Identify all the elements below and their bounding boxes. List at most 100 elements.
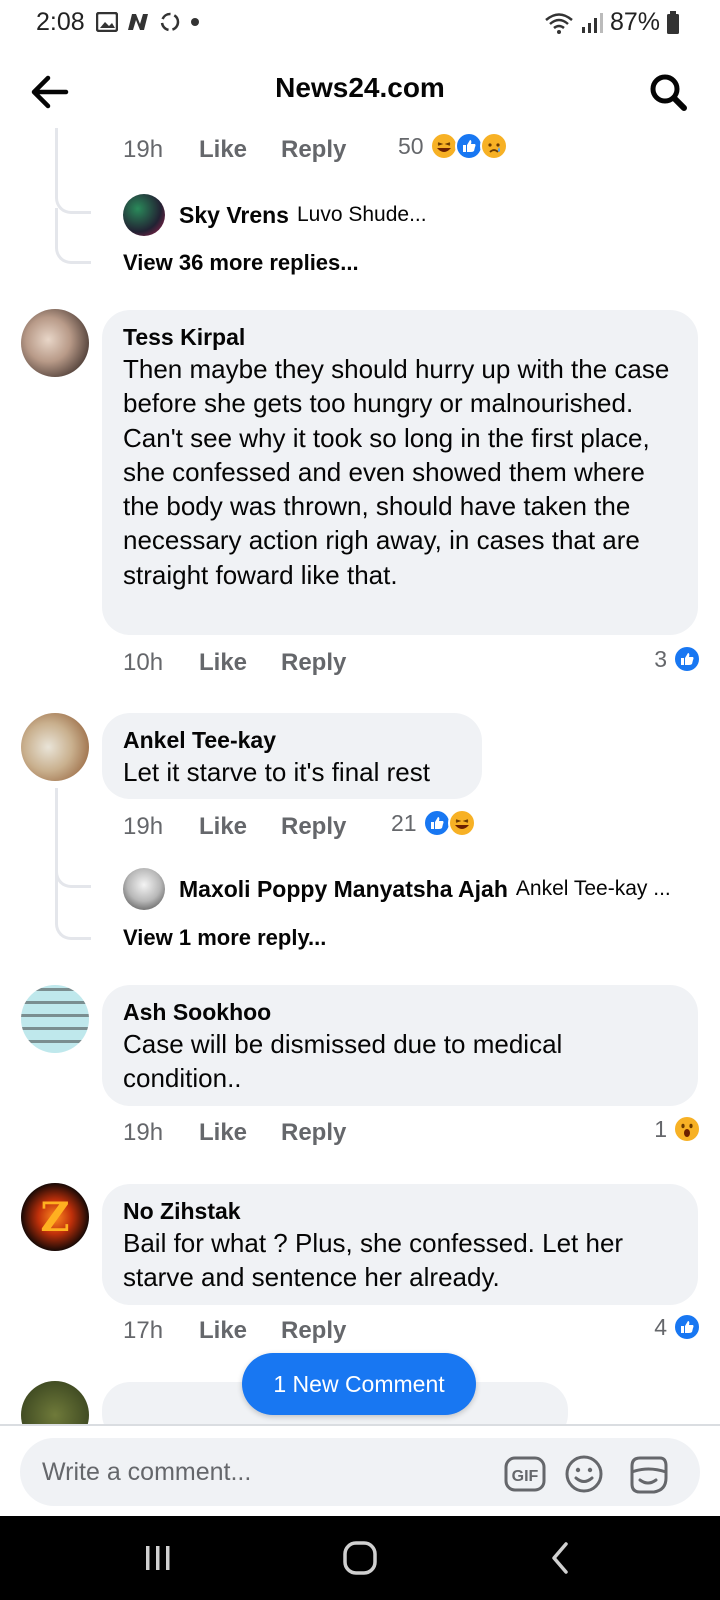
battery-icon <box>667 10 679 34</box>
haha-reaction-icon <box>429 132 458 160</box>
like-button[interactable]: Like <box>199 813 281 841</box>
reaction-count: 4 <box>654 1313 667 1340</box>
comment-input[interactable] <box>42 1458 462 1487</box>
haha-reaction-icon <box>447 809 476 837</box>
avatar-letter-z: Z <box>40 1193 70 1241</box>
comment-author[interactable]: Tess Kirpal <box>123 322 678 352</box>
comment-text: Then maybe they should hurry up with the… <box>123 354 670 590</box>
reply-snippet: Luvo Shude... <box>296 203 427 226</box>
avatar <box>123 194 165 236</box>
reaction-summary[interactable]: 4 <box>654 1313 701 1341</box>
comment-author[interactable]: Ash Sookhoo <box>123 997 678 1027</box>
composer-box: GIF <box>20 1438 700 1506</box>
reply-button[interactable]: Reply <box>281 813 346 841</box>
comment-actions: 19h Like Reply <box>123 136 346 164</box>
reaction-summary[interactable]: 21 <box>391 809 476 837</box>
thread-connector <box>55 868 91 940</box>
avatar[interactable]: Z <box>21 1183 89 1251</box>
home-button[interactable] <box>338 1538 382 1578</box>
reaction-summary[interactable]: 1 <box>654 1115 701 1143</box>
gif-button[interactable]: GIF <box>503 1452 547 1496</box>
like-reaction-icon <box>673 645 701 673</box>
reply-preview[interactable]: Sky Vrens Luvo Shude... <box>123 194 427 236</box>
new-comment-button[interactable]: 1 New Comment <box>242 1353 476 1415</box>
status-bar: 2:08 87% <box>0 0 720 46</box>
back-nav-button[interactable] <box>540 1538 584 1578</box>
reply-button[interactable]: Reply <box>281 1119 346 1147</box>
comment-bubble[interactable]: Ash Sookhoo Case will be dismissed due t… <box>102 985 698 1106</box>
wifi-icon <box>545 12 573 34</box>
sad-reaction-icon <box>479 132 508 160</box>
comment-actions: 19h Like Reply <box>123 813 346 841</box>
comment-author[interactable]: No Zihstak <box>123 1196 678 1226</box>
comment-actions: 19h Like Reply <box>123 1119 346 1147</box>
battery-percent: 87% <box>609 8 660 36</box>
search-button[interactable] <box>644 68 692 116</box>
reaction-count: 21 <box>391 809 417 836</box>
comment-bubble[interactable]: No Zihstak Bail for what ? Plus, she con… <box>102 1184 698 1305</box>
avatar <box>21 1381 89 1424</box>
like-button[interactable]: Like <box>199 136 281 164</box>
reply-author: Maxoli Poppy Manyatsha Ajah <box>179 875 508 902</box>
recent-apps-icon <box>146 1546 170 1570</box>
status-right: 87% <box>544 8 680 37</box>
like-button[interactable]: Like <box>199 1119 281 1147</box>
like-reaction-icon <box>673 1313 701 1341</box>
comment-bubble[interactable]: Ankel Tee-kay Let it starve to it's fina… <box>102 713 482 799</box>
reply-button[interactable]: Reply <box>281 136 346 164</box>
home-icon <box>343 1541 377 1575</box>
like-reaction-icon <box>422 809 451 837</box>
reaction-count: 3 <box>654 645 667 672</box>
view-more-replies[interactable]: View 36 more replies... <box>123 250 359 276</box>
gif-icon: GIF <box>504 1456 546 1492</box>
sync-icon <box>160 12 180 32</box>
smiley-icon <box>565 1455 603 1493</box>
page-title: News24.com <box>275 72 445 103</box>
avatar[interactable] <box>21 985 89 1053</box>
comment-time: 19h <box>123 813 164 840</box>
like-reaction-icon <box>454 132 483 160</box>
thread-connector <box>55 208 91 264</box>
comment-composer: GIF <box>0 1424 720 1516</box>
reaction-count: 1 <box>654 1115 667 1142</box>
comment-bubble[interactable]: Tess Kirpal Then maybe they should hurry… <box>102 310 698 635</box>
reply-author: Sky Vrens <box>179 201 289 228</box>
view-more-replies[interactable]: View 1 more reply... <box>123 925 326 951</box>
comment-actions: 17h Like Reply <box>123 1317 346 1345</box>
reply-button[interactable]: Reply <box>281 1317 346 1345</box>
reply-snippet: Ankel Tee-kay ... <box>515 877 671 900</box>
comment-time: 17h <box>123 1317 164 1344</box>
signal-icon <box>581 12 603 33</box>
reaction-summary[interactable]: 3 <box>654 645 701 673</box>
emoji-button[interactable] <box>562 1452 606 1496</box>
sticker-button[interactable] <box>626 1452 670 1496</box>
comment-text: Case will be dismissed due to medical co… <box>123 1029 563 1094</box>
svg-text:GIF: GIF <box>512 1468 539 1485</box>
comment-time: 19h <box>123 136 164 163</box>
dot-icon <box>191 18 199 26</box>
comment-actions: 10h Like Reply <box>123 649 346 677</box>
recent-apps-button[interactable] <box>136 1538 180 1578</box>
comment-text: Let it starve to it's final rest <box>123 757 430 787</box>
comment-time: 10h <box>123 649 164 676</box>
reaction-count: 50 <box>398 132 424 159</box>
reaction-summary[interactable]: 50 <box>398 132 508 160</box>
comment-text: Bail for what ? Plus, she confessed. Let… <box>123 1228 624 1293</box>
avatar[interactable] <box>21 713 89 781</box>
reply-preview[interactable]: Maxoli Poppy Manyatsha Ajah Ankel Tee-ka… <box>123 868 671 910</box>
wow-reaction-icon <box>673 1115 701 1143</box>
top-app-bar: News24.com <box>0 56 720 128</box>
avatar[interactable] <box>21 309 89 377</box>
n-app-icon <box>128 14 148 30</box>
comment-author[interactable]: Ankel Tee-kay <box>123 725 462 755</box>
gallery-icon <box>96 12 118 32</box>
avatar <box>123 868 165 910</box>
reply-button[interactable]: Reply <box>281 649 346 677</box>
comments-feed[interactable]: 19h Like Reply 50 Sky Vrens Luvo Shude..… <box>0 128 720 1424</box>
comment-time: 19h <box>123 1119 164 1146</box>
like-button[interactable]: Like <box>199 649 281 677</box>
like-button[interactable]: Like <box>199 1317 281 1345</box>
sticker-icon <box>630 1456 668 1494</box>
search-icon <box>650 74 687 111</box>
status-time: 2:08 <box>36 8 85 36</box>
